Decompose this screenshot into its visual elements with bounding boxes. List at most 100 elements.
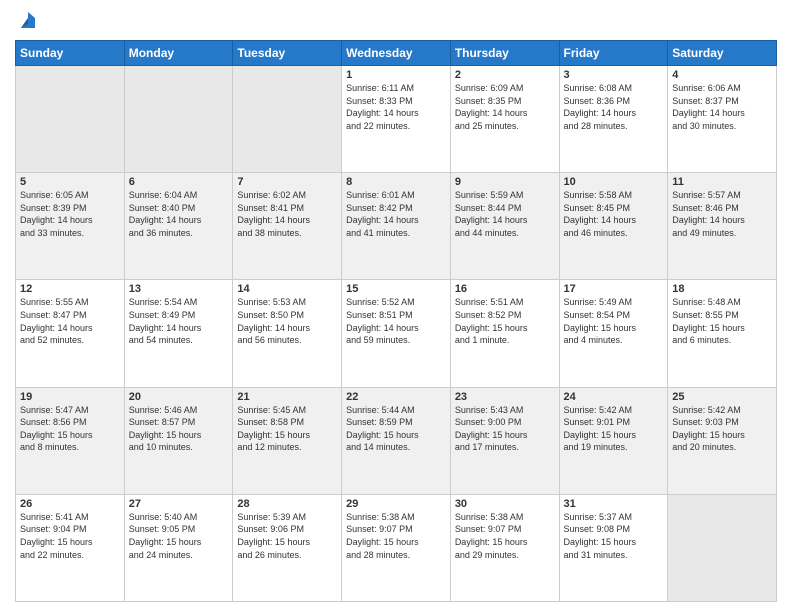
header-cell-wednesday: Wednesday [342, 41, 451, 66]
calendar-cell: 21Sunrise: 5:45 AM Sunset: 8:58 PM Dayli… [233, 387, 342, 494]
week-row-3: 19Sunrise: 5:47 AM Sunset: 8:56 PM Dayli… [16, 387, 777, 494]
calendar-cell: 14Sunrise: 5:53 AM Sunset: 8:50 PM Dayli… [233, 280, 342, 387]
calendar-cell: 15Sunrise: 5:52 AM Sunset: 8:51 PM Dayli… [342, 280, 451, 387]
day-number: 2 [455, 69, 555, 81]
day-info: Sunrise: 5:58 AM Sunset: 8:45 PM Dayligh… [564, 189, 664, 239]
day-number: 25 [672, 391, 772, 403]
header-cell-sunday: Sunday [16, 41, 125, 66]
calendar-cell: 31Sunrise: 5:37 AM Sunset: 9:08 PM Dayli… [559, 494, 668, 601]
day-number: 9 [455, 176, 555, 188]
calendar-header: SundayMondayTuesdayWednesdayThursdayFrid… [16, 41, 777, 66]
day-info: Sunrise: 5:57 AM Sunset: 8:46 PM Dayligh… [672, 189, 772, 239]
calendar-cell: 20Sunrise: 5:46 AM Sunset: 8:57 PM Dayli… [124, 387, 233, 494]
day-number: 27 [129, 498, 229, 510]
day-info: Sunrise: 5:48 AM Sunset: 8:55 PM Dayligh… [672, 296, 772, 346]
day-number: 22 [346, 391, 446, 403]
day-info: Sunrise: 6:08 AM Sunset: 8:36 PM Dayligh… [564, 82, 664, 132]
day-number: 13 [129, 283, 229, 295]
day-info: Sunrise: 6:11 AM Sunset: 8:33 PM Dayligh… [346, 82, 446, 132]
day-number: 17 [564, 283, 664, 295]
day-number: 6 [129, 176, 229, 188]
day-number: 11 [672, 176, 772, 188]
day-info: Sunrise: 5:46 AM Sunset: 8:57 PM Dayligh… [129, 404, 229, 454]
logo [15, 10, 39, 32]
calendar-cell: 26Sunrise: 5:41 AM Sunset: 9:04 PM Dayli… [16, 494, 125, 601]
calendar-cell [668, 494, 777, 601]
logo-icon [17, 10, 39, 32]
day-number: 26 [20, 498, 120, 510]
calendar-cell: 24Sunrise: 5:42 AM Sunset: 9:01 PM Dayli… [559, 387, 668, 494]
calendar-cell: 23Sunrise: 5:43 AM Sunset: 9:00 PM Dayli… [450, 387, 559, 494]
day-number: 10 [564, 176, 664, 188]
day-number: 23 [455, 391, 555, 403]
day-number: 20 [129, 391, 229, 403]
calendar-cell: 28Sunrise: 5:39 AM Sunset: 9:06 PM Dayli… [233, 494, 342, 601]
week-row-0: 1Sunrise: 6:11 AM Sunset: 8:33 PM Daylig… [16, 66, 777, 173]
day-info: Sunrise: 5:43 AM Sunset: 9:00 PM Dayligh… [455, 404, 555, 454]
day-number: 3 [564, 69, 664, 81]
day-info: Sunrise: 5:42 AM Sunset: 9:01 PM Dayligh… [564, 404, 664, 454]
day-info: Sunrise: 5:40 AM Sunset: 9:05 PM Dayligh… [129, 511, 229, 561]
day-info: Sunrise: 5:53 AM Sunset: 8:50 PM Dayligh… [237, 296, 337, 346]
calendar-cell: 16Sunrise: 5:51 AM Sunset: 8:52 PM Dayli… [450, 280, 559, 387]
day-number: 5 [20, 176, 120, 188]
day-number: 16 [455, 283, 555, 295]
day-number: 7 [237, 176, 337, 188]
header-cell-saturday: Saturday [668, 41, 777, 66]
day-info: Sunrise: 5:42 AM Sunset: 9:03 PM Dayligh… [672, 404, 772, 454]
calendar-body: 1Sunrise: 6:11 AM Sunset: 8:33 PM Daylig… [16, 66, 777, 602]
calendar-cell: 22Sunrise: 5:44 AM Sunset: 8:59 PM Dayli… [342, 387, 451, 494]
calendar-cell: 29Sunrise: 5:38 AM Sunset: 9:07 PM Dayli… [342, 494, 451, 601]
calendar-cell: 7Sunrise: 6:02 AM Sunset: 8:41 PM Daylig… [233, 173, 342, 280]
day-number: 21 [237, 391, 337, 403]
page: SundayMondayTuesdayWednesdayThursdayFrid… [0, 0, 792, 612]
calendar-cell: 13Sunrise: 5:54 AM Sunset: 8:49 PM Dayli… [124, 280, 233, 387]
calendar-cell: 17Sunrise: 5:49 AM Sunset: 8:54 PM Dayli… [559, 280, 668, 387]
calendar-cell [124, 66, 233, 173]
day-number: 19 [20, 391, 120, 403]
day-info: Sunrise: 5:39 AM Sunset: 9:06 PM Dayligh… [237, 511, 337, 561]
day-number: 1 [346, 69, 446, 81]
week-row-4: 26Sunrise: 5:41 AM Sunset: 9:04 PM Dayli… [16, 494, 777, 601]
calendar-cell: 19Sunrise: 5:47 AM Sunset: 8:56 PM Dayli… [16, 387, 125, 494]
day-info: Sunrise: 6:04 AM Sunset: 8:40 PM Dayligh… [129, 189, 229, 239]
week-row-1: 5Sunrise: 6:05 AM Sunset: 8:39 PM Daylig… [16, 173, 777, 280]
day-info: Sunrise: 5:41 AM Sunset: 9:04 PM Dayligh… [20, 511, 120, 561]
day-info: Sunrise: 6:05 AM Sunset: 8:39 PM Dayligh… [20, 189, 120, 239]
day-info: Sunrise: 5:55 AM Sunset: 8:47 PM Dayligh… [20, 296, 120, 346]
calendar-table: SundayMondayTuesdayWednesdayThursdayFrid… [15, 40, 777, 602]
day-number: 18 [672, 283, 772, 295]
calendar-cell: 4Sunrise: 6:06 AM Sunset: 8:37 PM Daylig… [668, 66, 777, 173]
day-info: Sunrise: 5:37 AM Sunset: 9:08 PM Dayligh… [564, 511, 664, 561]
calendar-cell: 8Sunrise: 6:01 AM Sunset: 8:42 PM Daylig… [342, 173, 451, 280]
day-number: 31 [564, 498, 664, 510]
day-number: 24 [564, 391, 664, 403]
day-number: 29 [346, 498, 446, 510]
day-info: Sunrise: 5:59 AM Sunset: 8:44 PM Dayligh… [455, 189, 555, 239]
day-number: 14 [237, 283, 337, 295]
header [15, 10, 777, 32]
calendar-cell: 25Sunrise: 5:42 AM Sunset: 9:03 PM Dayli… [668, 387, 777, 494]
day-info: Sunrise: 5:38 AM Sunset: 9:07 PM Dayligh… [455, 511, 555, 561]
calendar-cell: 5Sunrise: 6:05 AM Sunset: 8:39 PM Daylig… [16, 173, 125, 280]
day-info: Sunrise: 5:45 AM Sunset: 8:58 PM Dayligh… [237, 404, 337, 454]
day-info: Sunrise: 5:52 AM Sunset: 8:51 PM Dayligh… [346, 296, 446, 346]
day-number: 8 [346, 176, 446, 188]
day-number: 12 [20, 283, 120, 295]
week-row-2: 12Sunrise: 5:55 AM Sunset: 8:47 PM Dayli… [16, 280, 777, 387]
day-info: Sunrise: 5:54 AM Sunset: 8:49 PM Dayligh… [129, 296, 229, 346]
day-number: 15 [346, 283, 446, 295]
calendar-cell: 27Sunrise: 5:40 AM Sunset: 9:05 PM Dayli… [124, 494, 233, 601]
calendar-cell: 12Sunrise: 5:55 AM Sunset: 8:47 PM Dayli… [16, 280, 125, 387]
calendar-cell [233, 66, 342, 173]
header-cell-tuesday: Tuesday [233, 41, 342, 66]
header-row: SundayMondayTuesdayWednesdayThursdayFrid… [16, 41, 777, 66]
header-cell-thursday: Thursday [450, 41, 559, 66]
day-number: 28 [237, 498, 337, 510]
day-info: Sunrise: 5:47 AM Sunset: 8:56 PM Dayligh… [20, 404, 120, 454]
calendar-cell: 9Sunrise: 5:59 AM Sunset: 8:44 PM Daylig… [450, 173, 559, 280]
day-number: 4 [672, 69, 772, 81]
day-info: Sunrise: 5:44 AM Sunset: 8:59 PM Dayligh… [346, 404, 446, 454]
calendar-cell: 18Sunrise: 5:48 AM Sunset: 8:55 PM Dayli… [668, 280, 777, 387]
day-info: Sunrise: 5:51 AM Sunset: 8:52 PM Dayligh… [455, 296, 555, 346]
